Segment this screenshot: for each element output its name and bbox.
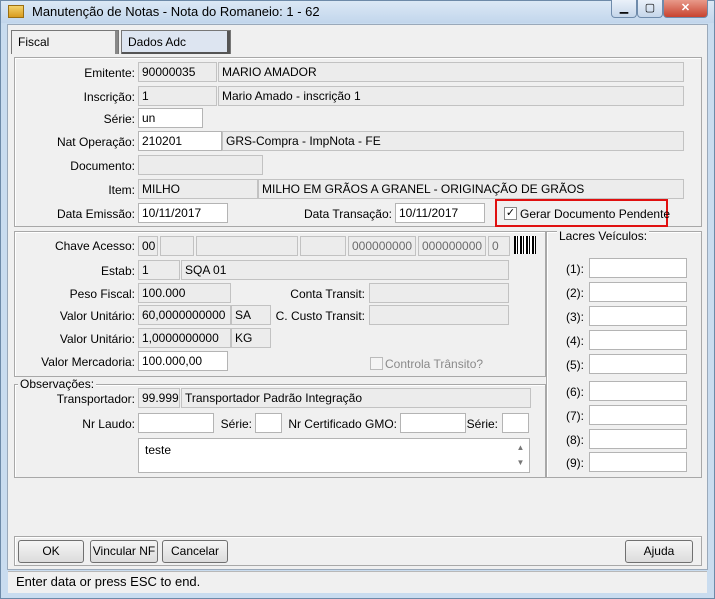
nat-operacao-label: Nat Operação: — [56, 135, 135, 149]
lacre-1-input[interactable] — [589, 258, 687, 278]
nat-operacao-input[interactable]: 210201 — [138, 131, 222, 151]
lacre-9-input[interactable] — [589, 452, 687, 472]
cancelar-button[interactable]: Cancelar — [162, 540, 228, 563]
minimize-icon[interactable]: ▁ — [611, 0, 637, 18]
valor-unitario-2-label: Valor Unitário: — [59, 332, 135, 346]
lacre-4-input[interactable] — [589, 330, 687, 350]
estab-label: Estab: — [100, 264, 135, 278]
inscricao-name-field: Mario Amado - inscrição 1 — [218, 86, 684, 106]
inscricao-code-field[interactable]: 1 — [138, 86, 217, 106]
textarea-scroll-arrows-icon[interactable]: ▲ ▼ — [514, 440, 527, 471]
ajuda-button[interactable]: Ajuda — [625, 540, 693, 563]
estab-name-field: SQA 01 — [181, 260, 509, 280]
chave-acesso-field-6[interactable]: 000000000 — [418, 236, 486, 256]
emitente-label: Emitente: — [84, 66, 135, 80]
inscricao-label: Inscrição: — [83, 90, 135, 104]
serie-1-label: Série: — [220, 417, 252, 431]
controla-transito-label: Controla Trânsito? — [385, 357, 484, 371]
lacre-2-label: (2): — [566, 286, 584, 300]
lacre-6-label: (6): — [566, 385, 584, 399]
conta-transit-label: Conta Transit: — [290, 287, 365, 301]
lacre-6-input[interactable] — [589, 381, 687, 401]
nr-laudo-label: Nr Laudo: — [82, 417, 135, 431]
documento-label: Documento: — [70, 159, 135, 173]
observacoes-textarea[interactable]: teste — [138, 438, 530, 473]
nr-certificado-gmo-label: Nr Certificado GMO: — [288, 417, 397, 431]
barcode-icon[interactable] — [514, 236, 536, 254]
valor-mercadoria-input[interactable]: 100.000,00 — [138, 351, 228, 371]
nr-certificado-gmo-input[interactable] — [400, 413, 466, 433]
close-icon[interactable]: ✕ — [663, 0, 708, 18]
chave-acesso-field-3[interactable] — [196, 236, 298, 256]
peso-fiscal-field[interactable]: 100.000 — [138, 283, 231, 303]
ok-button[interactable]: OK — [18, 540, 84, 563]
transportador-code-field[interactable]: 99.999 — [138, 388, 180, 408]
item-label: Item: — [108, 183, 135, 197]
serie-1-input[interactable] — [255, 413, 282, 433]
emitente-name-field: MARIO AMADOR — [218, 62, 684, 82]
serie-2-label: Série: — [466, 417, 498, 431]
transportador-name-field: Transportador Padrão Integração — [181, 388, 531, 408]
valor-unitario-1-field[interactable]: 60,0000000000 — [138, 305, 231, 325]
chave-acesso-field-2[interactable] — [160, 236, 194, 256]
window-title: Manutenção de Notas - Nota do Romaneio: … — [32, 4, 320, 19]
nat-operacao-desc-field: GRS-Compra - ImpNota - FE — [222, 131, 684, 151]
lacre-1-label: (1): — [566, 262, 584, 276]
documento-field[interactable] — [138, 155, 263, 175]
data-transacao-input[interactable]: 10/11/2017 — [395, 203, 485, 223]
lacre-3-input[interactable] — [589, 306, 687, 326]
valor-mercadoria-label: Valor Mercadoria: — [41, 355, 135, 369]
chave-acesso-field-5[interactable]: 000000000 — [348, 236, 416, 256]
lacre-8-label: (8): — [566, 433, 584, 447]
tab-fiscal[interactable]: Fiscal — [11, 30, 119, 54]
item-code-field[interactable]: MILHO — [138, 179, 258, 199]
data-transacao-label: Data Transação: — [303, 207, 392, 221]
maximize-icon[interactable]: ▢ — [637, 0, 663, 18]
lacre-3-label: (3): — [566, 310, 584, 324]
chave-acesso-label: Chave Acesso: — [54, 239, 135, 253]
lacre-7-input[interactable] — [589, 405, 687, 425]
lacre-5-label: (5): — [566, 358, 584, 372]
serie-2-input[interactable] — [502, 413, 529, 433]
custo-transit-field[interactable] — [369, 305, 509, 325]
lacres-veiculos-label: Lacres Veículos: — [557, 229, 650, 243]
lacre-8-input[interactable] — [589, 429, 687, 449]
chave-acesso-field-1[interactable]: 00 — [138, 236, 158, 256]
serie-input[interactable]: un — [138, 108, 203, 128]
observacoes-label: Observações: — [18, 377, 97, 391]
valor-unitario-2-field[interactable]: 1,0000000000 — [138, 328, 231, 348]
lacre-5-input[interactable] — [589, 354, 687, 374]
chave-acesso-field-7[interactable]: 0 — [488, 236, 510, 256]
estab-code-field[interactable]: 1 — [138, 260, 180, 280]
gerar-documento-checkbox[interactable]: ✓ — [504, 207, 517, 220]
conta-transit-field[interactable] — [369, 283, 509, 303]
data-emissao-label: Data Emissão: — [56, 207, 135, 221]
emitente-code-field[interactable]: 90000035 — [138, 62, 217, 82]
status-text: Enter data or press ESC to end. — [16, 574, 201, 589]
controla-transito-checkbox[interactable] — [370, 357, 383, 370]
lacre-4-label: (4): — [566, 334, 584, 348]
chave-acesso-field-4[interactable] — [300, 236, 346, 256]
peso-fiscal-label: Peso Fiscal: — [69, 287, 135, 301]
vincular-nf-button[interactable]: Vincular NF — [90, 540, 158, 563]
valor-unitario-1-label: Valor Unitário: — [59, 309, 135, 323]
lacre-7-label: (7): — [566, 409, 584, 423]
data-emissao-input[interactable]: 10/11/2017 — [138, 203, 228, 223]
valor-unitario-2-unit: KG — [231, 328, 271, 348]
tab-dados-adc[interactable]: Dados Adc — [121, 30, 231, 54]
custo-transit-label: C. Custo Transit: — [275, 309, 365, 323]
item-desc-field: MILHO EM GRÃOS A GRANEL - ORIGINAÇÃO DE … — [258, 179, 684, 199]
lacre-9-label: (9): — [566, 456, 584, 470]
app-icon — [8, 5, 24, 18]
gerar-documento-label: Gerar Documento Pendente — [520, 207, 671, 221]
lacre-2-input[interactable] — [589, 282, 687, 302]
nr-laudo-input[interactable] — [138, 413, 214, 433]
transportador-label: Transportador: — [56, 392, 135, 406]
serie-label: Série: — [103, 112, 135, 126]
